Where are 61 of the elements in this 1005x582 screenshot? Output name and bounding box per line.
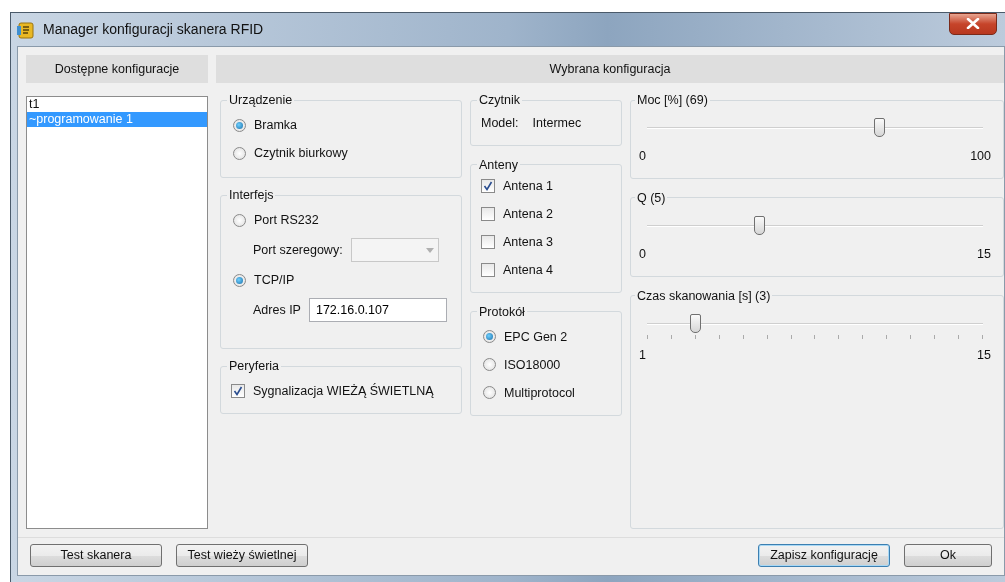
slider-thumb[interactable] — [873, 118, 885, 137]
radio-label: Multiprotocol — [504, 384, 575, 402]
checkbox-label: Antena 3 — [503, 233, 554, 251]
radio-label: ISO18000 — [504, 356, 561, 374]
app-icon — [17, 20, 35, 39]
radio-label: Port RS232 — [254, 211, 319, 229]
field-label: Port szeregowy: — [253, 241, 343, 259]
checkbox[interactable] — [481, 206, 495, 221]
radio-label: EPC Gen 2 — [504, 328, 568, 346]
radio-label: TCP/IP — [254, 271, 295, 289]
min-label: 1 — [639, 346, 646, 364]
list-item[interactable]: t1 — [27, 96, 207, 112]
check-icon — [483, 180, 493, 191]
radio-button[interactable] — [483, 386, 496, 400]
dialog-button[interactable]: Test wieży świetlnej — [176, 544, 308, 567]
close-button[interactable] — [949, 12, 997, 35]
radio-button[interactable] — [233, 213, 246, 227]
ip-address-field[interactable]: 172.16.0.107 — [308, 298, 447, 322]
checkbox[interactable] — [481, 234, 495, 249]
checkbox[interactable] — [231, 384, 245, 398]
group-title: Peryferia — [228, 359, 281, 373]
model-label: Model: — [481, 115, 519, 133]
radio-button[interactable] — [233, 146, 246, 160]
checkbox-label: Antena 1 — [503, 177, 554, 195]
group-title: Czas skanowania [s] (3) — [636, 288, 772, 303]
panel-header: Wybrana konfiguracja — [216, 55, 1004, 83]
radio-button[interactable] — [233, 273, 246, 287]
dialog-button[interactable]: Test skanera — [30, 544, 162, 567]
checkbox[interactable] — [481, 262, 495, 277]
group-title: Urządzenie — [228, 93, 294, 107]
radio-button[interactable] — [483, 358, 496, 372]
max-label: 100 — [970, 148, 991, 165]
model-value: Intermec — [532, 115, 582, 133]
check-icon — [233, 386, 243, 396]
group-title: Q (5) — [636, 190, 667, 205]
group-title: Anteny — [478, 157, 519, 172]
slider-thumb[interactable] — [690, 313, 702, 333]
radio-button[interactable] — [233, 118, 246, 132]
radio-label: Czytnik biurkowy — [254, 144, 348, 162]
radio-label: Bramka — [254, 116, 298, 134]
dialog-button[interactable]: Zapisz konfigurację — [758, 544, 890, 567]
max-label: 15 — [977, 245, 991, 263]
close-icon — [966, 18, 980, 29]
group-title: Moc [%] (69) — [636, 93, 709, 107]
min-label: 0 — [639, 148, 646, 165]
group-title: Czytnik — [478, 93, 521, 107]
checkbox-label: Antena 4 — [503, 261, 554, 279]
field-label: Adres IP — [253, 301, 301, 319]
dialog-button[interactable]: Ok — [904, 544, 992, 567]
panel-header: Dostępne konfiguracje — [26, 55, 208, 83]
min-label: 0 — [639, 245, 646, 263]
checkbox-label: Sygnalizacja WIEŻĄ ŚWIETLNĄ — [253, 382, 434, 400]
max-label: 15 — [977, 346, 991, 364]
radio-button[interactable] — [483, 330, 496, 344]
caret-icon — [425, 247, 434, 253]
checkbox-label: Antena 2 — [503, 205, 554, 223]
group-title: Protokół — [478, 304, 526, 319]
checkbox[interactable] — [481, 178, 495, 193]
group-title: Interfejs — [228, 188, 275, 202]
window-title: Manager konfiguracji skanera RFID — [43, 20, 264, 39]
slider-thumb[interactable] — [753, 215, 765, 235]
